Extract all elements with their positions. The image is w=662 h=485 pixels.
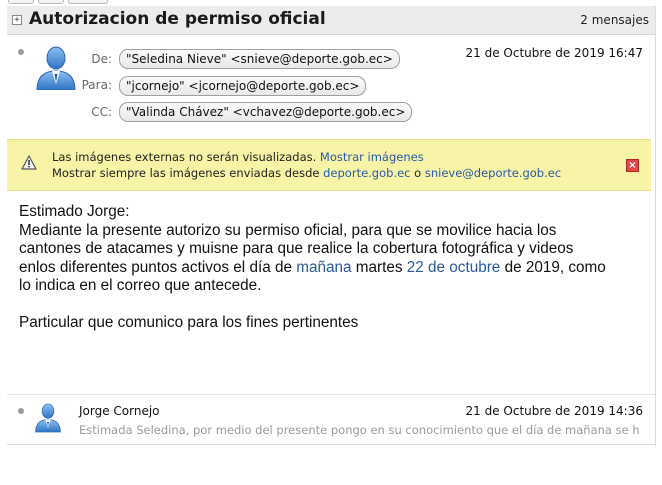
body-greeting: Estimado Jorge: <box>19 203 130 220</box>
avatar-icon <box>35 403 61 433</box>
warning-icon <box>21 155 37 170</box>
cc-label: CC: <box>91 105 112 119</box>
close-icon[interactable]: × <box>626 159 639 172</box>
body-line: Mediante la presente autorizo su permiso… <box>19 221 557 239</box>
sender-name: Jorge Cornejo <box>79 404 160 418</box>
unread-dot[interactable] <box>18 49 24 55</box>
pane-border <box>655 6 656 446</box>
message-body: Estimado Jorge: Mediante la presente aut… <box>19 203 649 333</box>
message-count: 2 mensajes <box>580 13 649 27</box>
thread-header: + Autorizacion de permiso oficial 2 mens… <box>7 6 655 35</box>
date-link-october[interactable]: 22 de octubre <box>407 259 501 276</box>
body-line: cantones de atacames y muisne para que r… <box>19 240 574 257</box>
to-address-chip[interactable]: "jcornejo" <jcornejo@deporte.gob.ec> <box>119 76 367 96</box>
show-images-link[interactable]: Mostrar imágenes <box>320 150 424 164</box>
always-show-domain-link[interactable]: deporte.gob.ec <box>323 166 410 180</box>
cc-address-chip[interactable]: "Valinda Chávez" <vchavez@deporte.gob.ec… <box>119 102 413 122</box>
body-line: enlos diferentes puntos activos el día d… <box>19 259 649 278</box>
always-show-sender-link[interactable]: snieve@deporte.gob.ec <box>425 166 561 180</box>
warning-text: Las imágenes externas no serán visualiza… <box>52 150 317 164</box>
body-line: lo indica en el correo que antecede. <box>19 277 262 294</box>
date-link-tomorrow[interactable]: mañana <box>296 259 351 276</box>
warning-line-1: Las imágenes externas no serán visualiza… <box>52 150 424 164</box>
body-closing: Particular que comunico para los fines p… <box>19 314 359 331</box>
toolbar-button[interactable] <box>38 0 64 4</box>
body-text-segment: enlos diferentes puntos activos el día d… <box>19 258 297 276</box>
unread-dot[interactable] <box>18 408 24 414</box>
message-date: 21 de Octubre de 2019 14:36 <box>465 404 644 418</box>
body-text-segment: de 2019, como <box>500 258 606 276</box>
from-address-chip[interactable]: "Seledina Nieve" <snieve@deporte.gob.ec> <box>119 49 400 69</box>
message-date: 21 de Octubre de 2019 16:47 <box>465 46 644 60</box>
thread-title: Autorizacion de permiso oficial <box>29 9 326 29</box>
warning-or: o <box>414 166 422 180</box>
to-label: Para: <box>81 78 112 92</box>
warning-text-2: Mostrar siempre las imágenes enviadas de… <box>52 166 320 180</box>
toolbar-button[interactable] <box>8 0 34 4</box>
toolbar-button[interactable] <box>68 0 108 4</box>
message-collapsed[interactable]: Jorge Cornejo 21 de Octubre de 2019 14:3… <box>7 394 655 444</box>
warning-line-2: Mostrar siempre las imágenes enviadas de… <box>52 166 561 180</box>
body-text-segment: martes <box>351 258 407 276</box>
message-snippet: Estimada Seledina, por medio del present… <box>79 423 640 437</box>
expand-icon[interactable]: + <box>12 15 22 25</box>
pane-border-bottom <box>7 444 655 445</box>
body-spacer <box>19 296 649 315</box>
from-label: De: <box>91 52 112 66</box>
external-images-warning: Las imágenes externas no serán visualiza… <box>7 139 651 191</box>
